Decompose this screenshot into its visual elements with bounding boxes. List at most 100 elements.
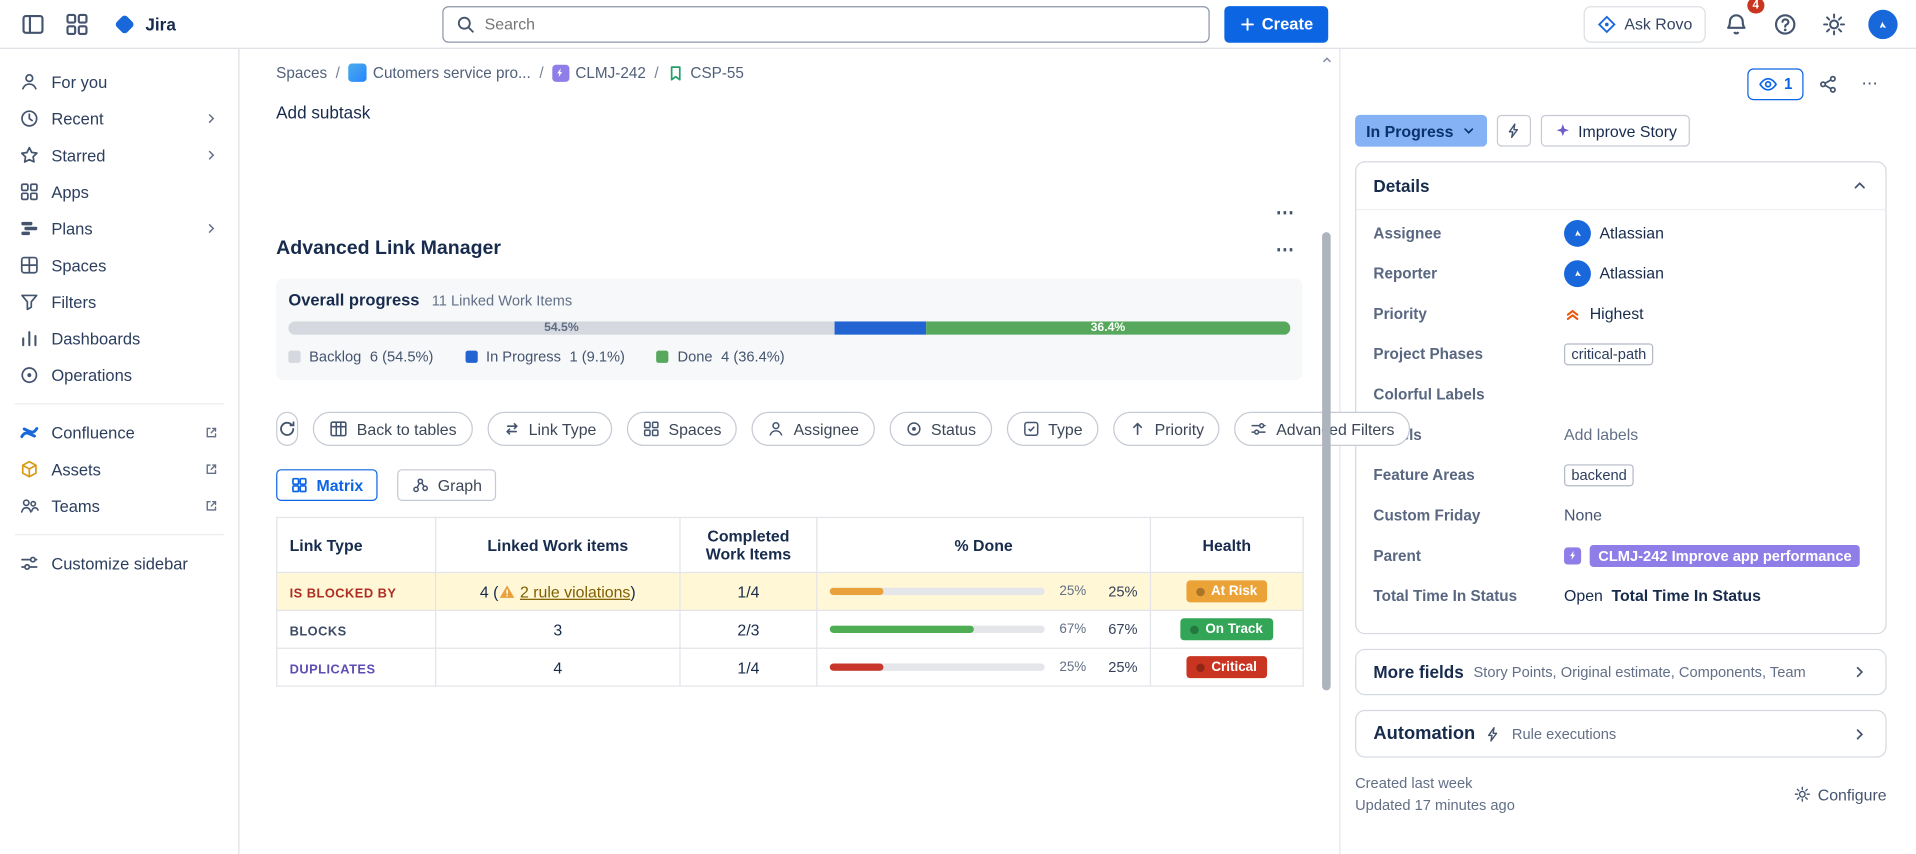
chevron-right-icon[interactable] — [204, 148, 219, 163]
reporter-value[interactable]: Atlassian — [1564, 259, 1664, 287]
filter-priority[interactable]: Priority — [1113, 411, 1220, 446]
filter-type[interactable]: Type — [1006, 411, 1099, 446]
global-search[interactable] — [441, 5, 1210, 43]
app-switcher-button[interactable] — [59, 5, 96, 42]
health-label: On Track — [1205, 621, 1263, 637]
sidebar-item-confluence[interactable]: Confluence — [10, 414, 229, 451]
total-time-bold: Total Time In Status — [1611, 586, 1761, 605]
chevron-right-icon[interactable] — [204, 221, 219, 236]
share-icon — [1818, 75, 1838, 95]
pct-value-label: 67% — [1108, 620, 1138, 638]
priority-name: Highest — [1589, 304, 1644, 323]
progress-track — [829, 587, 1045, 596]
create-button[interactable]: Create — [1223, 5, 1328, 43]
filter-spaces[interactable]: Spaces — [626, 411, 738, 446]
jira-app: Jira Create Ask Rovo — [0, 0, 1916, 854]
completed-cell: 2/3 — [679, 609, 818, 649]
assignee-value[interactable]: Atlassian — [1564, 219, 1664, 247]
more-fields-row[interactable]: More fields Story Points, Original estim… — [1356, 650, 1885, 694]
scrollbar-thumb[interactable] — [1322, 232, 1331, 691]
status-dropdown-button[interactable]: In Progress — [1355, 114, 1487, 147]
custom-friday-value[interactable]: None — [1564, 503, 1602, 527]
chevron-up-icon[interactable] — [1851, 177, 1868, 194]
automation-lightning-button[interactable] — [1496, 114, 1531, 147]
settings-button[interactable] — [1816, 5, 1853, 42]
ask-rovo-button[interactable]: Ask Rovo — [1584, 5, 1706, 43]
feature-area-tag[interactable]: backend — [1564, 463, 1635, 486]
rule-violations-link[interactable]: 2 rule violations — [520, 582, 630, 600]
sidebar-item-label: Apps — [51, 182, 89, 202]
pct-value-label: 25% — [1108, 582, 1138, 600]
jira-home-link[interactable]: Jira — [103, 12, 186, 36]
chevron-right-icon[interactable] — [204, 111, 219, 126]
improve-story-button[interactable]: Improve Story — [1540, 114, 1691, 147]
sidebar-item-label: For you — [51, 72, 108, 92]
link-manager-more-button[interactable]: ⋯ — [1268, 235, 1302, 264]
legend-label: Backlog — [309, 348, 362, 366]
sidebar-item-apps[interactable]: Apps — [10, 174, 229, 211]
priority-value[interactable]: Highest — [1564, 301, 1644, 325]
filter-assignee[interactable]: Assignee — [752, 411, 875, 446]
sidebar-item-dashboards[interactable]: Dashboards — [10, 320, 229, 357]
parent-link-badge[interactable]: CLMJ-242 Improve app performance — [1589, 544, 1861, 567]
sidebar-item-assets[interactable]: Assets — [10, 451, 229, 488]
search-input[interactable] — [484, 14, 1196, 33]
breadcrumb-project[interactable]: Cutomers service pro... — [348, 63, 531, 82]
refresh-button[interactable] — [276, 411, 299, 446]
filter-status[interactable]: Status — [889, 411, 992, 446]
more-actions-button[interactable]: ⋯ — [1852, 68, 1886, 100]
breadcrumb-spaces[interactable]: Spaces — [276, 64, 327, 81]
filter-group: Link Type Spaces Assignee Status Type Pr… — [487, 411, 1411, 446]
sidebar-item-spaces[interactable]: Spaces — [10, 247, 229, 284]
matrix-label: Matrix — [316, 475, 364, 495]
sidebar-item-customize[interactable]: Customize sidebar — [10, 545, 229, 582]
health-dot-icon — [1190, 625, 1200, 634]
field-label: Project Phases — [1373, 345, 1483, 363]
watch-button[interactable]: 1 — [1747, 68, 1804, 101]
clock-icon — [20, 109, 40, 129]
external-link-icon — [204, 462, 219, 477]
sidebar-item-recent[interactable]: Recent — [10, 100, 229, 137]
configure-button[interactable]: Configure — [1793, 785, 1887, 804]
breadcrumb-work-item[interactable]: CSP-55 — [667, 64, 744, 81]
apps-grid-icon — [20, 182, 40, 202]
sidebar-item-teams[interactable]: Teams — [10, 488, 229, 525]
profile-button[interactable] — [1865, 5, 1902, 42]
breadcrumb-epic[interactable]: CLMJ-242 — [552, 64, 646, 82]
add-subtask-button[interactable]: Add subtask — [276, 103, 370, 123]
labels-value[interactable]: Add labels — [1564, 422, 1638, 446]
reporter-avatar — [1564, 259, 1591, 287]
sidebar-item-label: Teams — [51, 496, 100, 516]
more-fields-card: More fields Story Points, Original estim… — [1355, 648, 1887, 696]
collapse-sidebar-button[interactable] — [15, 5, 52, 42]
breadcrumb-label: Cutomers service pro... — [372, 64, 531, 82]
matrix-view-button[interactable]: Matrix — [276, 469, 378, 501]
sidebar-item-plans[interactable]: Plans — [10, 210, 229, 247]
help-button[interactable] — [1767, 5, 1804, 42]
share-button[interactable] — [1811, 68, 1845, 100]
project-phase-tag[interactable]: critical-path — [1564, 342, 1654, 365]
matrix-grid-icon — [291, 477, 308, 494]
legend-value: 1 (9.1%) — [569, 348, 625, 366]
graph-view-button[interactable]: Graph — [397, 469, 497, 501]
back-to-tables-button[interactable]: Back to tables — [312, 411, 473, 446]
sidebar-item-label: Starred — [51, 146, 106, 165]
legend-item-backlog: Backlog 6 (54.5%) — [288, 348, 433, 365]
sidebar-item-filters[interactable]: Filters — [10, 283, 229, 320]
more-fields-title: More fields — [1373, 662, 1464, 682]
automation-row[interactable]: Automation Rule executions — [1356, 711, 1885, 756]
total-time-value[interactable]: Open Total Time In Status — [1564, 583, 1761, 607]
health-label: At Risk — [1210, 584, 1258, 599]
sidebar-item-operations[interactable]: Operations — [10, 357, 229, 394]
configure-label: Configure — [1817, 785, 1887, 804]
field-label: Total Time In Status — [1373, 587, 1518, 605]
sidebar-item-for-you[interactable]: For you — [10, 64, 229, 101]
scroll-up-arrow[interactable] — [1320, 54, 1335, 66]
vertical-scrollbar[interactable] — [1320, 49, 1335, 854]
health-badge: On Track — [1180, 618, 1273, 641]
filter-link-type[interactable]: Link Type — [487, 411, 613, 446]
section-more-button[interactable]: ⋯ — [1268, 198, 1302, 227]
legend-item-in-progress: In Progress 1 (9.1%) — [465, 348, 625, 365]
sidebar-item-starred[interactable]: Starred — [10, 137, 229, 174]
lightning-icon — [1485, 725, 1502, 742]
